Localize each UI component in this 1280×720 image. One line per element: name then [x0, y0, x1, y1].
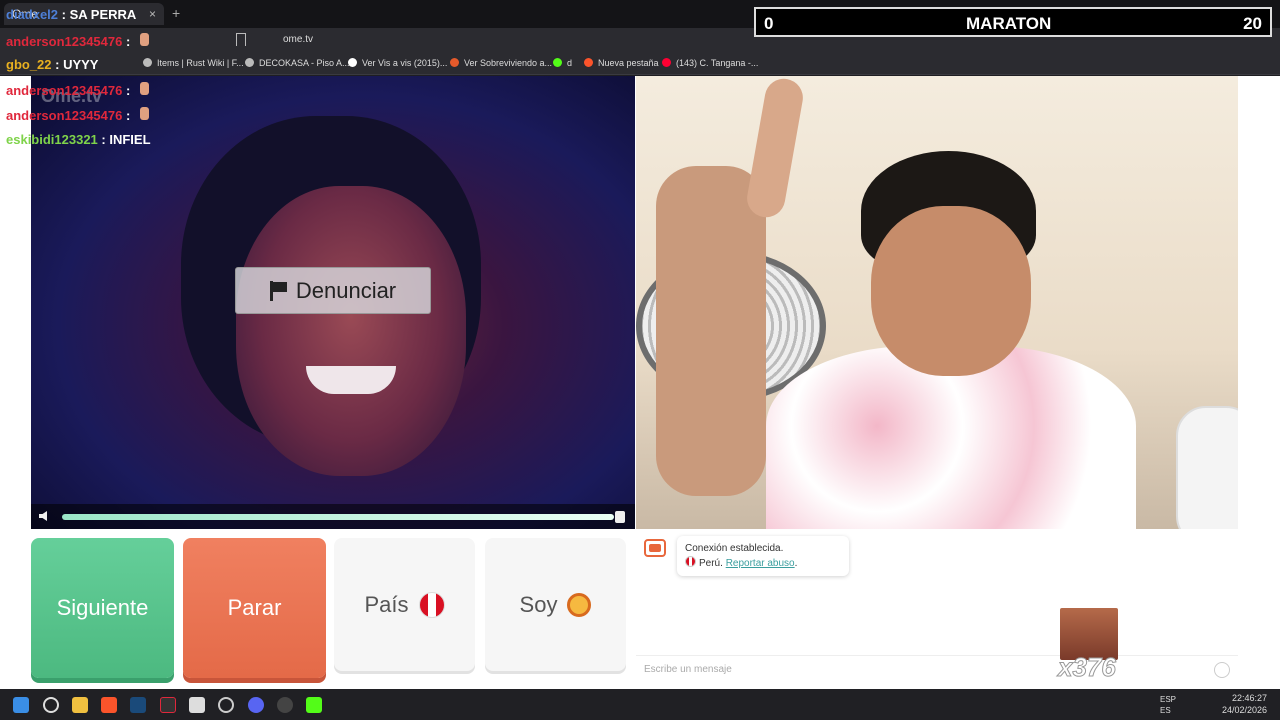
overlay-chat-line: anderson12345476 :	[6, 107, 150, 123]
overlay-chat-line: gbo_22 : UYYY	[6, 57, 99, 72]
country-button[interactable]: País	[334, 538, 475, 671]
overlay-chat-line: eskibidi123321 : INFIEL	[6, 132, 151, 147]
bookmark-item[interactable]: DECOKASA - Piso A...	[245, 58, 350, 68]
bookmark-favicon-icon	[143, 58, 152, 67]
obs-icon[interactable]	[218, 697, 234, 713]
bookmark-favicon-icon	[662, 58, 671, 67]
report-abuse-suffix: .	[794, 558, 798, 569]
discord-icon[interactable]	[248, 697, 264, 713]
overlay-chat-line: diadxel2 : SA PERRA	[6, 7, 137, 22]
gender-label: Soy	[519, 591, 558, 617]
kick-icon[interactable]	[306, 697, 322, 713]
finger-emote-icon	[140, 82, 150, 95]
country-label: País	[364, 591, 409, 617]
new-tab-button[interactable]: +	[172, 5, 180, 21]
report-abuse-link[interactable]: Reportar abuso	[726, 558, 795, 569]
stop-label: Parar	[227, 595, 282, 620]
report-button[interactable]: Denunciar	[235, 267, 431, 314]
speaker-icon[interactable]	[39, 511, 47, 521]
volume-slider-thumb[interactable]	[615, 511, 625, 523]
report-label: Denunciar	[295, 277, 397, 303]
app-icon[interactable]	[277, 697, 293, 713]
country-line: Perú. Reportar abuso.	[685, 556, 841, 571]
file-explorer-icon[interactable]	[72, 697, 88, 713]
flag-icon	[269, 280, 288, 301]
gender-button[interactable]: Soy	[485, 538, 626, 671]
volume-bar	[31, 504, 635, 529]
overlay-chat-line: anderson12345476 :	[6, 82, 150, 98]
message-input[interactable]: Escribe un mensaje	[636, 655, 1238, 683]
peru-flag-icon	[685, 556, 696, 567]
self-video	[636, 76, 1238, 529]
next-label: Siguiente	[56, 595, 149, 620]
app-icon[interactable]	[160, 697, 176, 713]
country-name: Perú.	[699, 558, 723, 569]
clock-date: 24/02/2026	[1222, 705, 1268, 715]
bookmark-item[interactable]: Ver Sobreviviendo a...	[450, 58, 552, 68]
clock-time: 22:46:27	[1232, 693, 1268, 703]
brave-browser-icon[interactable]	[101, 697, 117, 713]
language-indicator[interactable]: ESP ES	[1160, 694, 1176, 716]
bookmark-icon[interactable]	[236, 33, 246, 46]
bookmark-item[interactable]: Nueva pestaña	[584, 58, 659, 68]
bookmarks-bar: Items | Rust Wiki | F... DECOKASA - Piso…	[0, 53, 1280, 75]
finger-emote-icon	[140, 33, 150, 46]
score-right: 20	[1243, 14, 1262, 33]
stranger-face	[236, 186, 466, 476]
ometv-page: Ome.tv Denunciar Siguiente Parar País So…	[0, 76, 1280, 689]
url-field[interactable]: ome.tv	[283, 34, 313, 45]
bookmark-favicon-icon	[245, 58, 254, 67]
ometv-logo-icon	[644, 539, 666, 557]
chat-panel: Conexión establecida. Perú. Reportar abu…	[636, 529, 1238, 689]
sticker-counter: x376	[1058, 652, 1117, 683]
finger-emote-icon	[140, 107, 150, 120]
windows-start-icon[interactable]	[13, 697, 29, 713]
message-placeholder: Escribe un mensaje	[644, 664, 732, 675]
steam-icon[interactable]	[130, 697, 146, 713]
tab-close-icon[interactable]: ×	[149, 7, 156, 21]
bookmark-item[interactable]: d	[553, 58, 572, 68]
bookmark-item[interactable]: (143) C. Tangana -...	[662, 58, 758, 68]
bookmark-item[interactable]: Items | Rust Wiki | F...	[143, 58, 244, 68]
bookmark-item[interactable]: Ver Vis a vis (2015)...	[348, 58, 447, 68]
stranger-smile	[306, 366, 396, 394]
self-finger	[744, 76, 806, 221]
windows-taskbar: ESP ES 22:46:27 24/02/2026	[0, 689, 1280, 720]
calculator-icon[interactable]	[189, 697, 205, 713]
stop-button[interactable]: Parar	[183, 538, 326, 678]
connection-status: Conexión establecida.	[685, 543, 784, 554]
bookmark-favicon-icon	[553, 58, 562, 67]
woman-icon	[567, 592, 592, 617]
bookmark-favicon-icon	[348, 58, 357, 67]
chair-background	[1176, 406, 1238, 529]
volume-slider[interactable]	[62, 514, 614, 520]
next-button[interactable]: Siguiente	[31, 538, 174, 678]
search-icon[interactable]	[43, 697, 59, 713]
peru-flag-icon	[418, 591, 445, 618]
marathon-scoreboard: 0 MARATON 20	[754, 7, 1272, 37]
self-face	[871, 206, 1031, 376]
system-clock[interactable]: 22:46:27 24/02/2026	[1222, 692, 1267, 716]
system-message: Conexión establecida. Perú. Reportar abu…	[677, 536, 849, 576]
self-arm	[656, 166, 766, 496]
score-left: 0	[764, 14, 774, 33]
score-title: MARATON	[966, 14, 1052, 33]
overlay-chat-line: anderson12345476 :	[6, 33, 150, 49]
bookmark-favicon-icon	[584, 58, 593, 67]
bookmark-favicon-icon	[450, 58, 459, 67]
emoji-icon[interactable]	[1214, 662, 1230, 678]
